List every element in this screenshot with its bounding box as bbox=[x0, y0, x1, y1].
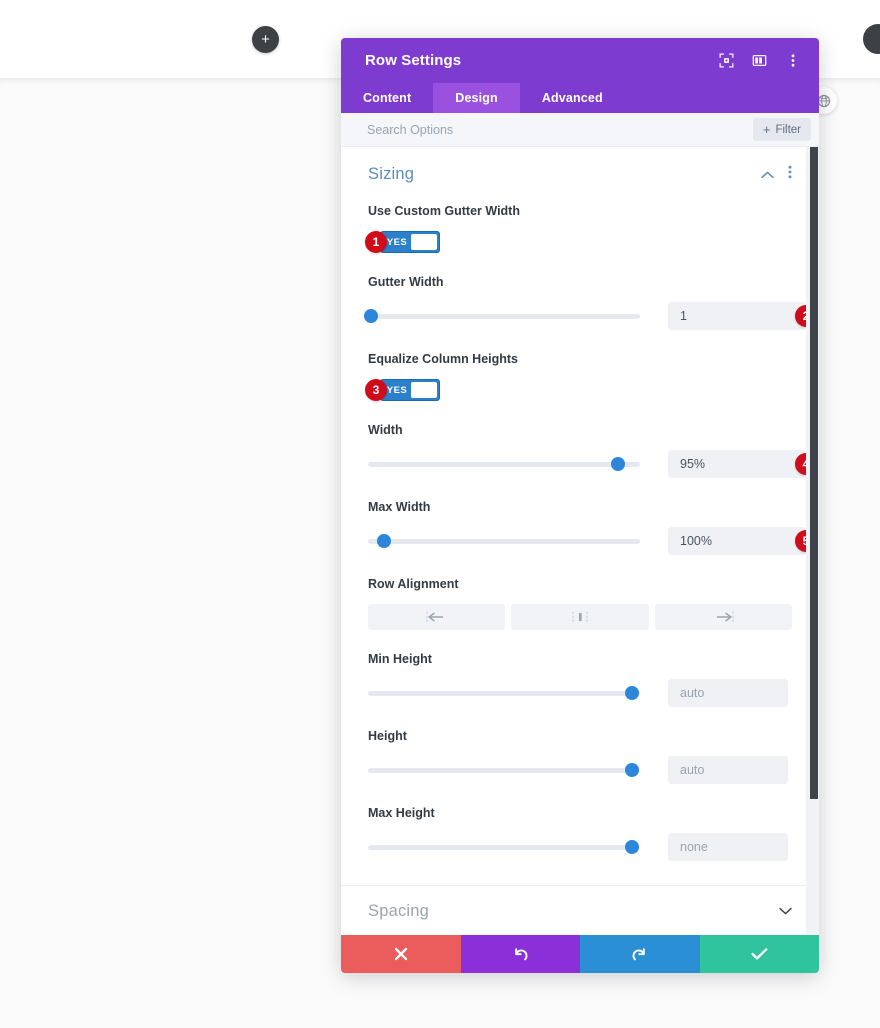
cancel-button[interactable] bbox=[341, 935, 461, 973]
input-max-height[interactable] bbox=[668, 833, 788, 861]
row-alignment-group bbox=[368, 604, 792, 630]
filter-label: Filter bbox=[775, 123, 801, 136]
slider-height[interactable] bbox=[368, 761, 640, 779]
header-icon-group bbox=[718, 52, 801, 69]
toggle-use-custom-gutter-width[interactable]: YES bbox=[380, 231, 440, 253]
modal-body: Sizing Use Custom Gutter Width 1 YES Gut… bbox=[341, 147, 819, 935]
section-spacing[interactable]: Spacing bbox=[341, 886, 819, 935]
input-min-height[interactable] bbox=[668, 679, 788, 707]
add-row-button[interactable]: + bbox=[252, 26, 279, 53]
input-gutter-width[interactable] bbox=[668, 302, 806, 330]
field-height: Height bbox=[368, 729, 792, 784]
field-max-height: Max Height bbox=[368, 806, 792, 861]
field-min-height: Min Height bbox=[368, 652, 792, 707]
field-label: Min Height bbox=[368, 652, 432, 666]
align-right-icon bbox=[717, 611, 734, 623]
plus-icon: + bbox=[762, 122, 771, 137]
field-label: Equalize Column Heights bbox=[368, 352, 519, 366]
slider-min-height[interactable] bbox=[368, 684, 640, 702]
field-max-width: Max Width 5 bbox=[368, 500, 817, 555]
field-label: Max Height bbox=[368, 806, 435, 820]
page-title: Row Settings bbox=[365, 52, 462, 69]
section-title: Spacing bbox=[368, 901, 430, 920]
slider-width[interactable] bbox=[368, 455, 640, 473]
input-height[interactable] bbox=[668, 756, 788, 784]
slider-track bbox=[368, 461, 640, 467]
modal-header: Row Settings bbox=[341, 38, 819, 83]
focus-icon[interactable] bbox=[718, 52, 735, 69]
tab-design[interactable]: Design bbox=[433, 83, 520, 113]
align-right-button[interactable] bbox=[654, 604, 792, 630]
search-input[interactable] bbox=[367, 122, 753, 137]
filter-button[interactable]: + Filter bbox=[752, 118, 811, 141]
layout-panel-icon[interactable] bbox=[751, 52, 768, 69]
section-sizing: Sizing Use Custom Gutter Width 1 YES Gut… bbox=[341, 147, 819, 886]
slider-max-width[interactable] bbox=[368, 532, 640, 550]
align-center-icon bbox=[572, 611, 588, 623]
row-settings-modal: Row Settings Content Design Advanced Sea… bbox=[341, 38, 819, 973]
tab-advanced[interactable]: Advanced bbox=[520, 83, 625, 113]
slider-gutter-width[interactable] bbox=[363, 307, 640, 325]
scrollbar-thumb[interactable] bbox=[810, 147, 818, 799]
field-label: Width bbox=[368, 423, 403, 437]
field-label: Gutter Width bbox=[368, 275, 444, 289]
align-center-button[interactable] bbox=[511, 604, 649, 630]
modal-footer bbox=[341, 935, 819, 973]
align-left-button[interactable] bbox=[368, 604, 506, 630]
slider-track bbox=[368, 690, 640, 696]
search-row: + Filter bbox=[341, 113, 819, 147]
step-badge-1: 1 bbox=[365, 231, 387, 253]
slider-max-height[interactable] bbox=[368, 838, 640, 856]
field-label: Row Alignment bbox=[368, 577, 459, 591]
input-width[interactable] bbox=[668, 450, 806, 478]
slider-track bbox=[368, 538, 640, 544]
toggle-wrap: 1 YES bbox=[365, 231, 440, 253]
field-label: Height bbox=[368, 729, 407, 743]
field-equalize-column-heights: Equalize Column Heights 3 YES bbox=[365, 352, 792, 401]
field-label: Max Width bbox=[368, 500, 431, 514]
slider-knob[interactable] bbox=[377, 534, 392, 548]
chevron-up-icon[interactable] bbox=[761, 166, 774, 184]
toggle-knob bbox=[411, 234, 437, 250]
chevron-down-icon[interactable] bbox=[779, 902, 792, 920]
slider-knob[interactable] bbox=[611, 457, 626, 471]
slider-knob[interactable] bbox=[624, 686, 639, 700]
field-gutter-width: Gutter Width 2 bbox=[363, 275, 817, 330]
input-max-width[interactable] bbox=[668, 527, 806, 555]
step-badge-3: 3 bbox=[365, 379, 387, 401]
redo-button[interactable] bbox=[580, 935, 700, 973]
slider-track bbox=[368, 767, 640, 773]
undo-icon bbox=[514, 947, 528, 960]
slider-knob[interactable] bbox=[624, 840, 639, 854]
redo-icon bbox=[632, 947, 646, 960]
toggle-equalize-column-heights[interactable]: YES bbox=[380, 379, 440, 401]
undo-button[interactable] bbox=[460, 935, 580, 973]
toggle-label: YES bbox=[386, 236, 408, 248]
align-left-icon bbox=[426, 611, 443, 623]
scrollbar-track[interactable] bbox=[806, 147, 819, 935]
section-title: Sizing bbox=[368, 165, 415, 183]
modal-tabs: Content Design Advanced bbox=[341, 83, 819, 113]
save-button[interactable] bbox=[699, 935, 819, 973]
toggle-label: YES bbox=[386, 384, 408, 396]
vertical-dots-icon[interactable] bbox=[784, 52, 801, 69]
field-width: Width 4 bbox=[368, 423, 817, 478]
vertical-dots-icon[interactable] bbox=[788, 165, 792, 184]
field-row-alignment: Row Alignment bbox=[368, 577, 792, 630]
field-label: Use Custom Gutter Width bbox=[368, 204, 520, 218]
check-icon bbox=[751, 948, 768, 960]
slider-knob[interactable] bbox=[363, 309, 378, 323]
slider-track bbox=[368, 844, 640, 850]
slider-track bbox=[368, 313, 640, 319]
tab-content[interactable]: Content bbox=[341, 83, 433, 113]
toggle-wrap: 3 YES bbox=[365, 379, 440, 401]
close-icon bbox=[394, 947, 407, 961]
field-use-custom-gutter-width: Use Custom Gutter Width 1 YES bbox=[365, 204, 792, 253]
plus-icon: + bbox=[261, 31, 270, 48]
toggle-knob bbox=[411, 382, 437, 398]
slider-knob[interactable] bbox=[624, 763, 639, 777]
section-sizing-header: Sizing bbox=[368, 165, 792, 184]
